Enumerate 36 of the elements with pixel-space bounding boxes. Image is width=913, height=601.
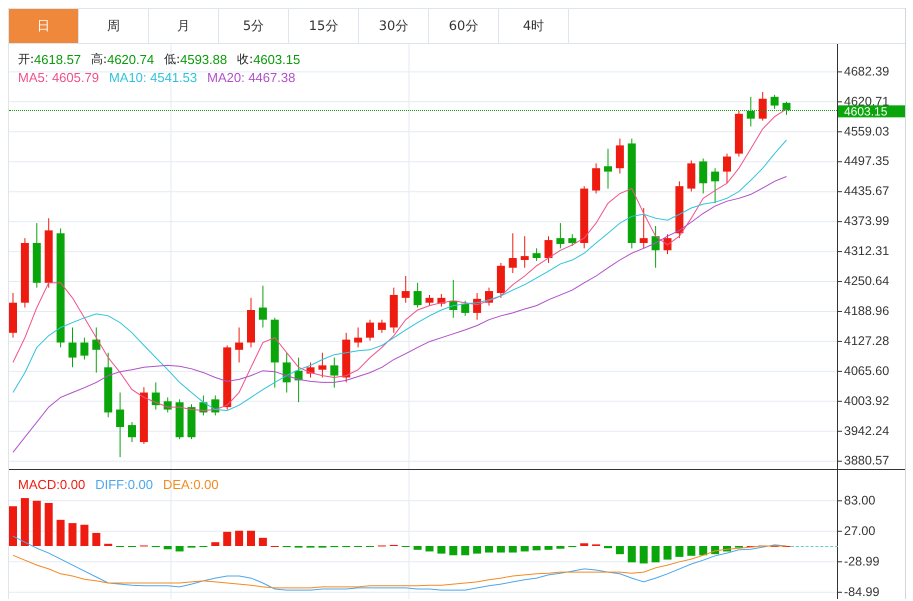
indicator-legend: DEA:0.00 (163, 476, 219, 493)
axis-label: 4435.67 (836, 184, 890, 198)
y-tick-label: 27.00 (844, 524, 876, 538)
axis-label: 4250.64 (836, 274, 890, 288)
indicator-legend: MA20: 4467.38 (207, 69, 296, 86)
quote-value: 4593.88 (180, 51, 228, 68)
axis-label: 83.00 (836, 493, 876, 508)
axis-label: -84.99 (836, 584, 880, 599)
axis-label: 4003.92 (836, 394, 890, 408)
quote-label: 低: (164, 51, 180, 68)
axis-label: 4559.03 (836, 124, 890, 138)
axis-label: 4682.39 (836, 64, 890, 78)
price-tag: 4603.15 (838, 104, 905, 118)
axis-label: 3942.24 (836, 424, 890, 438)
quote-label: 收: (237, 51, 254, 68)
y-tick-label: 83.00 (844, 493, 876, 508)
axis-label: 4373.99 (836, 214, 890, 228)
quote-value: 4620.74 (107, 51, 154, 68)
indicator-legend: MACD:0.00 (18, 476, 86, 493)
quote-label: 高: (91, 51, 108, 68)
quote-value: 4603.15 (253, 51, 300, 68)
axis-label: 4312.31 (836, 244, 890, 258)
y-tick-label: -28.99 (844, 554, 880, 568)
indicator-legend: DIFF:0.00 (95, 476, 153, 493)
axis-label: -28.99 (836, 554, 880, 568)
axis-label: 27.00 (836, 524, 876, 538)
indicator-legend: MA5: 4605.79 (18, 69, 99, 86)
indicator-legend: MA10: 4541.53 (108, 69, 198, 86)
axis-label: 4127.28 (836, 334, 890, 348)
axis-label: 4065.60 (836, 364, 890, 378)
axis-label: 4188.96 (836, 304, 890, 318)
quote-value: 4618.57 (34, 51, 82, 68)
axis-label: 4497.35 (836, 154, 890, 168)
axis-label: 3880.57 (836, 454, 890, 468)
y-tick-label: -84.99 (844, 584, 880, 599)
quote-label: 开: (18, 51, 34, 68)
